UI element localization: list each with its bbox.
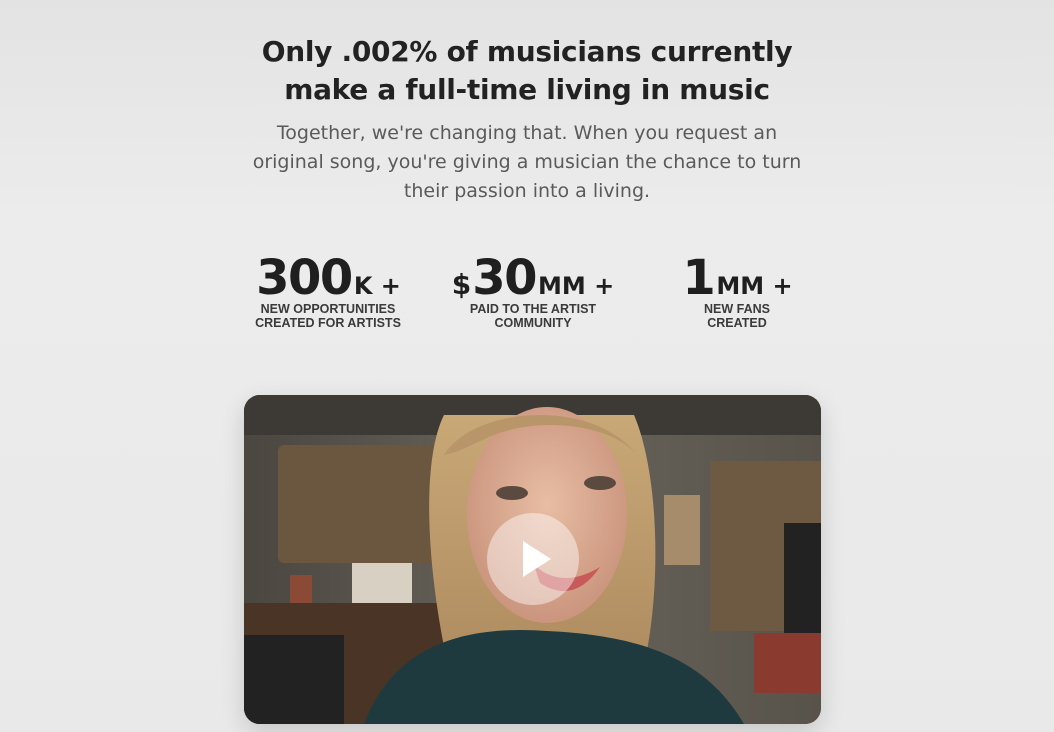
stat-label-line-2: COMMUNITY	[494, 316, 572, 330]
stat-label-line-2: CREATED	[707, 316, 767, 330]
page-subheading: Together, we're changing that. When you …	[0, 119, 1054, 206]
stat-label: NEW OPPORTUNITIES CREATED FOR ARTISTS	[228, 302, 428, 330]
stat-suffix: MM +	[716, 272, 793, 300]
play-button[interactable]	[487, 513, 579, 605]
stat-label-line-1: NEW FANS	[704, 302, 770, 316]
stat-label: PAID TO THE ARTIST COMMUNITY	[433, 302, 633, 330]
stat-label-line-1: PAID TO THE ARTIST	[469, 302, 597, 316]
headline-line-2: make a full-time living in music	[284, 73, 770, 106]
subhead-line-2: original song, you're giving a musician …	[252, 151, 802, 173]
stat-suffix: K +	[353, 272, 401, 300]
stat-prefix: $	[451, 268, 472, 301]
headline-line-1: Only .002% of musicians currently	[261, 35, 793, 68]
stat-number: 1	[682, 250, 715, 306]
stat-paid-to-artists: $ 30 MM + PAID TO THE ARTIST COMMUNITY	[433, 250, 633, 330]
subhead-line-1: Together, we're changing that. When you …	[276, 122, 778, 144]
stat-opportunities: 300 K + NEW OPPORTUNITIES CREATED FOR AR…	[228, 250, 428, 330]
stat-number: 300	[256, 250, 353, 306]
page-headline: Only .002% of musicians currently make a…	[0, 33, 1054, 109]
stat-label: NEW FANS CREATED	[637, 302, 837, 330]
play-icon	[523, 541, 551, 577]
stat-label-line-2: CREATED FOR ARTISTS	[255, 316, 401, 330]
video-player[interactable]	[244, 395, 821, 724]
page: Only .002% of musicians currently make a…	[0, 0, 1054, 732]
stat-value: 1 MM +	[637, 250, 837, 306]
subhead-line-3: their passion into a living.	[403, 180, 651, 202]
stat-value: $ 30 MM +	[433, 250, 633, 306]
stat-value: 300 K +	[228, 250, 428, 306]
stat-new-fans: 1 MM + NEW FANS CREATED	[637, 250, 837, 330]
stat-suffix: MM +	[538, 272, 615, 300]
stat-number: 30	[472, 250, 537, 306]
